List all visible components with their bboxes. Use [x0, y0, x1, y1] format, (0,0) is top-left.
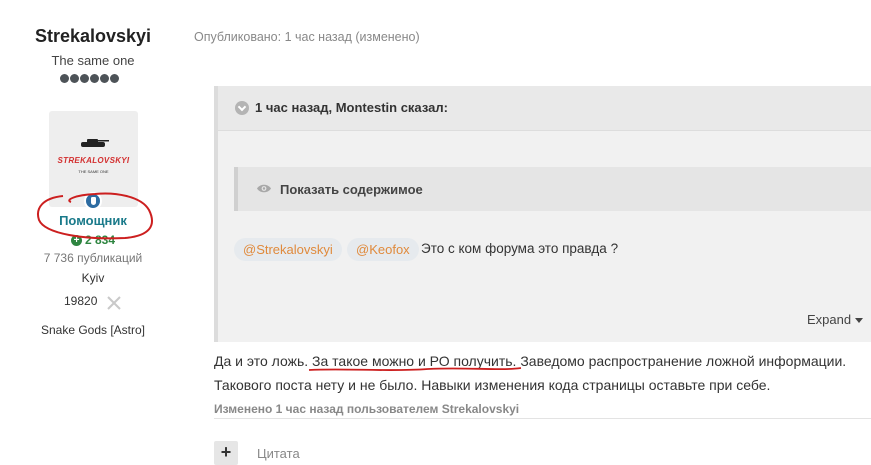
mention-tag[interactable]: @Keofox	[347, 238, 419, 261]
edited-note: Изменено 1 час назад пользователем Strek…	[214, 402, 520, 416]
reputation-plus-icon: +	[70, 235, 82, 247]
chevron-down-icon[interactable]	[235, 101, 249, 115]
rank-pip	[60, 74, 69, 83]
spoiler-toggle[interactable]: Показать содержимое	[234, 167, 871, 211]
reputation-value: 2 834	[84, 233, 116, 247]
author-name[interactable]: Strekalovskyi	[0, 26, 186, 47]
quote-button[interactable]: Цитата	[257, 446, 300, 461]
post-body-line: Да и это ложь. За такое можно и РО получ…	[214, 349, 854, 373]
expand-label: Expand	[807, 312, 852, 327]
user-group: Помощник	[59, 213, 127, 228]
post-meta: Опубликовано: 1 час назад (изменено)	[194, 30, 420, 44]
avatar-logo-subtext: THE SAME ONE	[78, 169, 109, 174]
quote-text: Это с ком форума это правда ?	[421, 241, 619, 256]
user-clan: Snake Gods [Astro]	[40, 323, 146, 337]
user-stat-value: 19820	[64, 294, 98, 308]
rank-pips	[60, 72, 126, 86]
avatar-logo-text: STREKALOVSKYI	[57, 156, 130, 165]
mention-tag[interactable]: @Strekalovskyi	[234, 238, 342, 261]
swords-icon	[107, 296, 121, 310]
tank-logo-icon	[81, 139, 109, 147]
quote-citation: 1 час назад, Montestin сказал:	[255, 100, 448, 115]
caret-down-icon	[855, 318, 864, 324]
group-badge-icon	[84, 192, 102, 210]
user-city: Kyiv	[81, 271, 105, 285]
expand-button[interactable]: Expand	[807, 312, 864, 327]
author-title: The same one	[51, 53, 135, 68]
post-count: 7 736 публикаций	[43, 251, 143, 265]
post-body: Да и это ложь. За такое можно и РО получ…	[214, 349, 854, 397]
divider	[214, 418, 871, 419]
post-body-line: Такового поста нету и не было. Навыки из…	[214, 377, 771, 393]
rank-pip	[110, 74, 119, 83]
plus-icon: +	[220, 442, 232, 462]
rank-pip	[70, 74, 79, 83]
post-body-highlight: За такое можно и РО получить.	[312, 353, 517, 369]
rank-pip	[80, 74, 89, 83]
rank-pip	[90, 74, 99, 83]
quote-header[interactable]: 1 час назад, Montestin сказал:	[218, 86, 871, 131]
multiquote-button[interactable]: +	[214, 441, 238, 465]
quote-block: 1 час назад, Montestin сказал: Показать …	[214, 86, 871, 342]
post-body-text: Да и это ложь.	[214, 353, 313, 369]
eye-icon	[257, 184, 271, 193]
spoiler-label: Показать содержимое	[280, 182, 423, 197]
rank-pip	[100, 74, 109, 83]
reputation[interactable]: +2 834	[0, 233, 186, 247]
post-body-text: Заведомо распространение ложной информац…	[516, 353, 847, 369]
